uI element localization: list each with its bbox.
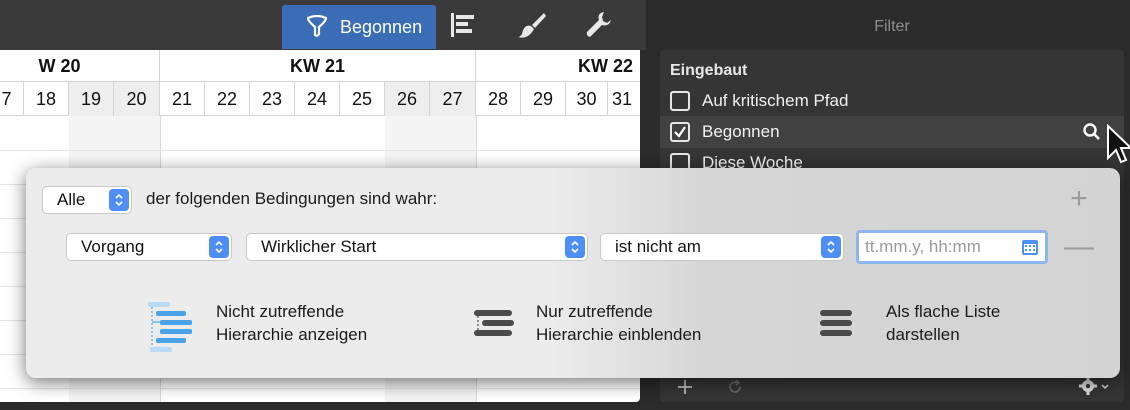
filter-item-label: Auf kritischem Pfad — [702, 91, 849, 110]
week-header-row: W 20 KW 21 KW 22 — [0, 50, 640, 82]
chevron-updown-icon — [571, 240, 579, 254]
search-icon[interactable] — [1082, 122, 1102, 142]
gantt-row-line — [0, 388, 640, 389]
chevron-updown-icon — [115, 193, 123, 207]
gantt-icon[interactable] — [448, 10, 478, 40]
option-label: Nicht zutreffende Hierarchie anzeigen — [216, 300, 367, 346]
add-condition-button[interactable]: + — [1064, 182, 1094, 215]
match-description: der folgenden Bedingungen sind wahr: — [146, 189, 438, 208]
gantt-row-line — [0, 150, 640, 151]
day-label: 21 — [160, 82, 205, 116]
field-category-value: Vorgang — [81, 237, 145, 256]
brush-icon[interactable] — [518, 10, 548, 40]
day-label: 24 — [295, 82, 340, 116]
filter-item-label: Begonnen — [702, 122, 780, 141]
option-flat-list[interactable]: Als flache Liste darstellen — [816, 300, 1000, 356]
match-select-value: Alle — [57, 190, 86, 209]
checkbox[interactable] — [670, 91, 690, 111]
day-label: 18 — [24, 82, 69, 116]
operator-value: ist nicht am — [615, 237, 701, 256]
week-label: KW 21 — [160, 50, 476, 82]
field-value: Wirklicher Start — [261, 237, 377, 256]
remove-condition-button[interactable]: — — [1064, 230, 1094, 263]
hierarchy-collapse-icon — [474, 310, 514, 336]
match-select[interactable]: Alle — [42, 186, 132, 214]
checkbox[interactable] — [670, 122, 690, 142]
mouse-pointer-icon — [1107, 124, 1130, 164]
field-category-select[interactable]: Vorgang — [66, 233, 232, 261]
option-label-line: Nur zutreffende — [536, 302, 653, 321]
filter-icon — [306, 15, 328, 37]
day-label: 7 — [0, 82, 24, 116]
hierarchy-show-icon — [148, 302, 192, 352]
select-arrow — [109, 189, 129, 211]
day-label: 19 — [69, 82, 114, 116]
date-input[interactable]: tt.mm.y, hh:mm — [856, 230, 1048, 264]
select-arrow — [565, 236, 585, 258]
flat-list-icon — [820, 310, 852, 336]
option-label-line: Hierarchie einblenden — [536, 325, 702, 344]
option-show-hierarchy[interactable]: Nicht zutreffende Hierarchie anzeigen — [146, 300, 367, 356]
day-label: 30 — [566, 82, 608, 116]
option-label: Nur zutreffende Hierarchie einblenden — [536, 300, 701, 346]
option-label-line: Hierarchie anzeigen — [216, 325, 368, 344]
day-label: 25 — [340, 82, 385, 116]
option-label-line: darstellen — [886, 325, 960, 344]
gear-icon[interactable] — [1078, 376, 1112, 396]
day-header-row: 7 18 19 20 21 22 23 24 25 26 27 28 29 30… — [0, 82, 640, 116]
filter-item-started[interactable]: Begonnen — [670, 117, 780, 147]
option-label: Als flache Liste darstellen — [886, 300, 1000, 346]
day-label: 26 — [385, 82, 430, 116]
filter-item-critical-path[interactable]: Auf kritischem Pfad — [670, 86, 848, 116]
select-arrow — [209, 236, 229, 258]
date-placeholder: tt.mm.y, hh:mm — [865, 237, 981, 256]
section-heading: Eingebaut — [670, 62, 748, 79]
chevron-updown-icon — [215, 240, 223, 254]
calendar-icon[interactable] — [1021, 238, 1039, 256]
wrench-icon[interactable] — [584, 10, 614, 40]
select-arrow — [821, 236, 841, 258]
week-label: W 20 — [0, 50, 160, 82]
day-label: 31 — [608, 82, 640, 116]
day-label: 22 — [205, 82, 250, 116]
active-filter-label: Begonnen — [340, 16, 423, 37]
toolbar: Begonnen — [0, 0, 646, 50]
option-label-line: Als flache Liste — [886, 302, 1001, 321]
option-collapse-hierarchy[interactable]: Nur zutreffende Hierarchie einblenden — [472, 300, 701, 356]
day-label: 29 — [521, 82, 566, 116]
filter-condition-popover: Alle der folgenden Bedingungen sind wahr… — [26, 168, 1120, 378]
checkmark-icon — [674, 126, 686, 138]
day-label: 28 — [476, 82, 521, 116]
refresh-icon[interactable] — [726, 378, 744, 396]
plus-icon[interactable] — [676, 378, 694, 396]
day-label: 27 — [430, 82, 476, 116]
day-label: 20 — [114, 82, 160, 116]
operator-select[interactable]: ist nicht am — [600, 233, 844, 261]
field-select[interactable]: Wirklicher Start — [246, 233, 588, 261]
filter-toolbar-button[interactable]: Begonnen — [282, 5, 436, 49]
week-label: KW 22 — [476, 50, 640, 82]
filter-panel-title: Filter — [874, 18, 910, 35]
chevron-updown-icon — [827, 240, 835, 254]
option-label-line: Nicht zutreffende — [216, 302, 345, 321]
day-label: 23 — [250, 82, 295, 116]
